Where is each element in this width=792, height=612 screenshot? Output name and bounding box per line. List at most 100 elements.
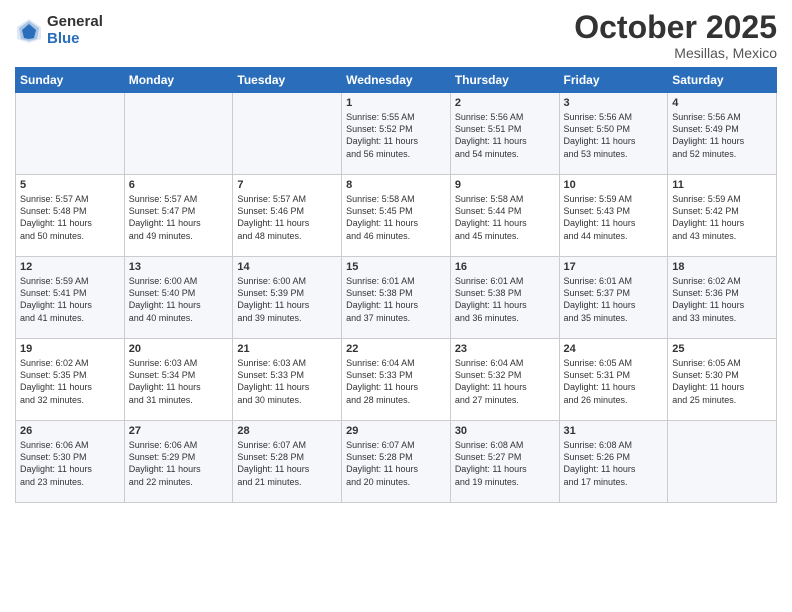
page-container: General Blue October 2025 Mesillas, Mexi… <box>0 0 792 513</box>
col-tuesday: Tuesday <box>233 68 342 93</box>
day-cell: 10Sunrise: 5:59 AM Sunset: 5:43 PM Dayli… <box>559 175 668 257</box>
day-number: 16 <box>455 261 555 273</box>
week-row-4: 19Sunrise: 6:02 AM Sunset: 5:35 PM Dayli… <box>16 339 777 421</box>
day-info: Sunrise: 5:56 AM Sunset: 5:50 PM Dayligh… <box>564 112 636 158</box>
day-cell: 21 Sunrise: 6:03 AM Sunset: 5:33 PM Dayli… <box>233 339 342 421</box>
day-number: 24 <box>564 343 664 355</box>
day-info: Sunrise: 6:01 AM Sunset: 5:38 PM Dayligh… <box>455 276 527 322</box>
day-number: 31 <box>564 425 664 437</box>
day-info: Sunrise: 5:58 AM Sunset: 5:44 PM Dayligh… <box>455 194 527 240</box>
logo: General Blue <box>15 14 103 47</box>
day-info: Sunrise: 5:59 AM Sunset: 5:41 PM Dayligh… <box>20 276 92 322</box>
day-cell: 3Sunrise: 5:56 AM Sunset: 5:50 PM Daylig… <box>559 93 668 175</box>
day-number: 20 <box>129 343 229 355</box>
day-cell: 9 Sunrise: 5:58 AM Sunset: 5:44 PM Daylig… <box>450 175 559 257</box>
day-cell: 30 Sunrise: 6:08 AM Sunset: 5:27 PM Dayli… <box>450 421 559 503</box>
day-cell <box>668 421 777 503</box>
day-number: 22 <box>346 343 446 355</box>
day-info: Sunrise: 6:03 AM Sunset: 5:34 PM Dayligh… <box>129 358 201 404</box>
day-info: Sunrise: 6:07 AM Sunset: 5:28 PM Dayligh… <box>346 440 418 486</box>
col-sunday: Sunday <box>16 68 125 93</box>
header: General Blue October 2025 Mesillas, Mexi… <box>15 10 777 61</box>
day-info: Sunrise: 6:04 AM Sunset: 5:33 PM Dayligh… <box>346 358 418 404</box>
day-info: Sunrise: 6:05 AM Sunset: 5:30 PM Dayligh… <box>672 358 744 404</box>
day-cell: 15 Sunrise: 6:01 AM Sunset: 5:38 PM Dayli… <box>342 257 451 339</box>
week-row-1: 1 Sunrise: 5:55 AM Sunset: 5:52 PM Daylig… <box>16 93 777 175</box>
day-number: 29 <box>346 425 446 437</box>
day-info: Sunrise: 6:04 AM Sunset: 5:32 PM Dayligh… <box>455 358 527 404</box>
day-cell: 6Sunrise: 5:57 AM Sunset: 5:47 PM Daylig… <box>124 175 233 257</box>
day-number: 10 <box>564 179 664 191</box>
day-number: 5 <box>20 179 120 191</box>
day-cell: 20 Sunrise: 6:03 AM Sunset: 5:34 PM Dayli… <box>124 339 233 421</box>
day-number: 15 <box>346 261 446 273</box>
location: Mesillas, Mexico <box>574 45 777 61</box>
header-row: Sunday Monday Tuesday Wednesday Thursday… <box>16 68 777 93</box>
day-number: 2 <box>455 97 555 109</box>
day-number: 30 <box>455 425 555 437</box>
day-number: 18 <box>672 261 772 273</box>
day-cell: 26Sunrise: 6:06 AM Sunset: 5:30 PM Dayli… <box>16 421 125 503</box>
day-number: 9 <box>455 179 555 191</box>
day-cell: 1 Sunrise: 5:55 AM Sunset: 5:52 PM Daylig… <box>342 93 451 175</box>
day-info: Sunrise: 6:07 AM Sunset: 5:28 PM Dayligh… <box>237 440 309 486</box>
week-row-5: 26Sunrise: 6:06 AM Sunset: 5:30 PM Dayli… <box>16 421 777 503</box>
col-friday: Friday <box>559 68 668 93</box>
week-row-2: 5Sunrise: 5:57 AM Sunset: 5:48 PM Daylig… <box>16 175 777 257</box>
day-info: Sunrise: 5:56 AM Sunset: 5:51 PM Dayligh… <box>455 112 527 158</box>
day-number: 7 <box>237 179 337 191</box>
month-title: October 2025 <box>574 10 777 45</box>
day-number: 14 <box>237 261 337 273</box>
day-cell <box>233 93 342 175</box>
day-cell: 24Sunrise: 6:05 AM Sunset: 5:31 PM Dayli… <box>559 339 668 421</box>
day-info: Sunrise: 5:55 AM Sunset: 5:52 PM Dayligh… <box>346 112 418 158</box>
day-info: Sunrise: 5:59 AM Sunset: 5:42 PM Dayligh… <box>672 194 744 240</box>
day-cell: 17Sunrise: 6:01 AM Sunset: 5:37 PM Dayli… <box>559 257 668 339</box>
day-cell: 5Sunrise: 5:57 AM Sunset: 5:48 PM Daylig… <box>16 175 125 257</box>
day-cell: 11Sunrise: 5:59 AM Sunset: 5:42 PM Dayli… <box>668 175 777 257</box>
col-saturday: Saturday <box>668 68 777 93</box>
day-cell: 29 Sunrise: 6:07 AM Sunset: 5:28 PM Dayli… <box>342 421 451 503</box>
day-number: 8 <box>346 179 446 191</box>
day-cell <box>124 93 233 175</box>
day-number: 4 <box>672 97 772 109</box>
day-info: Sunrise: 6:08 AM Sunset: 5:26 PM Dayligh… <box>564 440 636 486</box>
week-row-3: 12 Sunrise: 5:59 AM Sunset: 5:41 PM Dayli… <box>16 257 777 339</box>
col-thursday: Thursday <box>450 68 559 93</box>
day-number: 21 <box>237 343 337 355</box>
day-cell <box>16 93 125 175</box>
day-number: 12 <box>20 261 120 273</box>
day-number: 6 <box>129 179 229 191</box>
day-info: Sunrise: 6:02 AM Sunset: 5:35 PM Dayligh… <box>20 358 92 404</box>
logo-general: General <box>47 14 103 31</box>
day-info: Sunrise: 6:00 AM Sunset: 5:40 PM Dayligh… <box>129 276 201 322</box>
day-info: Sunrise: 6:02 AM Sunset: 5:36 PM Dayligh… <box>672 276 744 322</box>
calendar-table: Sunday Monday Tuesday Wednesday Thursday… <box>15 67 777 503</box>
day-cell: 16 Sunrise: 6:01 AM Sunset: 5:38 PM Dayli… <box>450 257 559 339</box>
day-number: 25 <box>672 343 772 355</box>
day-info: Sunrise: 6:03 AM Sunset: 5:33 PM Dayligh… <box>237 358 309 404</box>
day-cell: 28Sunrise: 6:07 AM Sunset: 5:28 PM Dayli… <box>233 421 342 503</box>
day-number: 26 <box>20 425 120 437</box>
day-cell: 4 Sunrise: 5:56 AM Sunset: 5:49 PM Daylig… <box>668 93 777 175</box>
title-section: October 2025 Mesillas, Mexico <box>574 10 777 61</box>
day-info: Sunrise: 6:08 AM Sunset: 5:27 PM Dayligh… <box>455 440 527 486</box>
day-cell: 13Sunrise: 6:00 AM Sunset: 5:40 PM Dayli… <box>124 257 233 339</box>
day-info: Sunrise: 6:01 AM Sunset: 5:38 PM Dayligh… <box>346 276 418 322</box>
day-info: Sunrise: 5:57 AM Sunset: 5:46 PM Dayligh… <box>237 194 309 240</box>
day-cell: 14 Sunrise: 6:00 AM Sunset: 5:39 PM Dayli… <box>233 257 342 339</box>
day-number: 1 <box>346 97 446 109</box>
logo-text: General Blue <box>47 14 103 47</box>
col-wednesday: Wednesday <box>342 68 451 93</box>
logo-blue: Blue <box>47 31 103 48</box>
day-info: Sunrise: 6:00 AM Sunset: 5:39 PM Dayligh… <box>237 276 309 322</box>
day-cell: 18 Sunrise: 6:02 AM Sunset: 5:36 PM Dayli… <box>668 257 777 339</box>
day-info: Sunrise: 5:56 AM Sunset: 5:49 PM Dayligh… <box>672 112 744 158</box>
day-info: Sunrise: 5:58 AM Sunset: 5:45 PM Dayligh… <box>346 194 418 240</box>
day-info: Sunrise: 6:06 AM Sunset: 5:29 PM Dayligh… <box>129 440 201 486</box>
day-number: 17 <box>564 261 664 273</box>
logo-icon <box>15 17 43 45</box>
day-cell: 2 Sunrise: 5:56 AM Sunset: 5:51 PM Daylig… <box>450 93 559 175</box>
day-cell: 8 Sunrise: 5:58 AM Sunset: 5:45 PM Daylig… <box>342 175 451 257</box>
day-cell: 19Sunrise: 6:02 AM Sunset: 5:35 PM Dayli… <box>16 339 125 421</box>
